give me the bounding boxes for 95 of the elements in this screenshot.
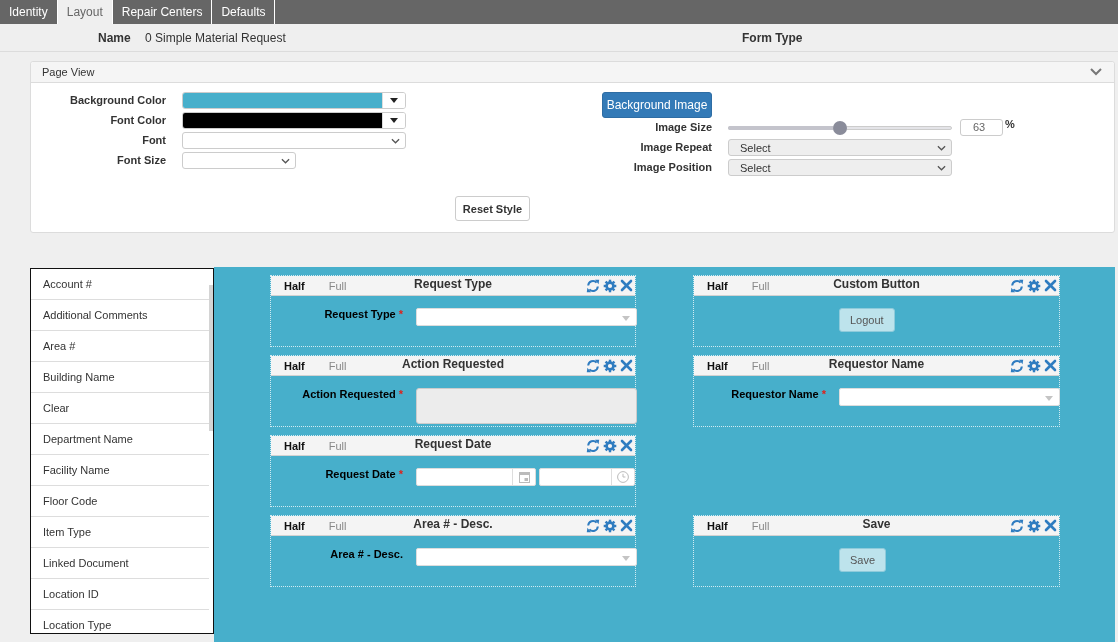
size-option[interactable]: Half bbox=[284, 358, 305, 373]
tab[interactable]: Defaults bbox=[212, 0, 276, 24]
color-picker[interactable] bbox=[182, 92, 406, 109]
field-label: Request Type * bbox=[323, 308, 403, 321]
select-field[interactable]: Select bbox=[728, 159, 952, 176]
caret-icon bbox=[390, 118, 398, 123]
widget-title: Requestor Name bbox=[828, 357, 925, 373]
refresh-icon[interactable] bbox=[1010, 358, 1024, 373]
field-list-item[interactable]: Department Name bbox=[31, 424, 209, 455]
field-list-item[interactable]: Linked Document bbox=[31, 548, 209, 579]
settings-icon[interactable] bbox=[603, 438, 617, 453]
background-image-button[interactable]: Background Image bbox=[602, 92, 712, 118]
widget-title: Area # - Desc. bbox=[413, 517, 493, 533]
widget-title: Action Requested bbox=[402, 357, 504, 373]
close-icon[interactable] bbox=[620, 359, 633, 372]
chevron-down-icon bbox=[391, 137, 400, 144]
settings-icon[interactable] bbox=[1027, 278, 1041, 293]
tab[interactable]: Identity bbox=[0, 0, 58, 24]
slider-track[interactable] bbox=[728, 120, 952, 135]
field-list-item[interactable]: Account # bbox=[31, 269, 209, 300]
settings-icon[interactable] bbox=[603, 518, 617, 533]
close-icon[interactable] bbox=[1044, 359, 1057, 372]
refresh-icon[interactable] bbox=[1010, 278, 1024, 293]
field-label: Image Position bbox=[632, 161, 712, 174]
widget-title: Request Type bbox=[414, 277, 492, 293]
settings-icon[interactable] bbox=[1027, 358, 1041, 373]
calendar-icon bbox=[518, 471, 530, 483]
scrollbar-thumb[interactable] bbox=[209, 285, 213, 431]
select-field[interactable] bbox=[182, 132, 406, 149]
size-option[interactable]: Half bbox=[284, 518, 305, 533]
settings-icon[interactable] bbox=[603, 278, 617, 293]
tab[interactable]: Layout bbox=[57, 0, 113, 24]
widget-title: Custom Button bbox=[833, 277, 920, 293]
field-list-item[interactable]: Facility Name bbox=[31, 455, 209, 486]
field-label: Font bbox=[141, 134, 166, 147]
caret-icon bbox=[622, 315, 630, 321]
panel-title: Page View bbox=[42, 66, 95, 78]
date-input[interactable] bbox=[416, 468, 536, 486]
caret-icon bbox=[1045, 395, 1053, 401]
field-label: Font Color bbox=[109, 114, 166, 127]
tab[interactable]: Repair Centers bbox=[112, 0, 213, 24]
caret-icon bbox=[622, 555, 630, 561]
clock-icon bbox=[617, 471, 629, 483]
refresh-icon[interactable] bbox=[586, 358, 600, 373]
size-option[interactable]: Half bbox=[284, 278, 305, 293]
field-label: Background Color bbox=[69, 94, 166, 107]
field-label: Image Repeat bbox=[639, 141, 712, 154]
refresh-icon[interactable] bbox=[1010, 518, 1024, 533]
select-field[interactable] bbox=[416, 548, 637, 566]
reset-style-button[interactable]: Reset Style bbox=[455, 196, 530, 221]
caret-icon bbox=[390, 98, 398, 103]
field-list-item[interactable]: Item Type bbox=[31, 517, 209, 548]
field-label: Request Date * bbox=[324, 468, 403, 481]
select-field[interactable]: Select bbox=[728, 139, 952, 156]
field-list-item[interactable]: Location ID bbox=[31, 579, 209, 610]
widget-title: Request Date bbox=[414, 437, 492, 453]
field-label: Font Size bbox=[116, 154, 166, 167]
name-label: Name bbox=[98, 30, 132, 45]
size-option[interactable]: Half bbox=[707, 518, 728, 533]
form-type-label: Form Type bbox=[742, 30, 803, 45]
time-input[interactable] bbox=[539, 468, 635, 486]
close-icon[interactable] bbox=[620, 279, 633, 292]
name-value: 0 Simple Material Request bbox=[145, 30, 287, 45]
refresh-icon[interactable] bbox=[586, 438, 600, 453]
chevron-down-icon bbox=[937, 164, 946, 171]
form-button[interactable]: Logout bbox=[839, 308, 895, 332]
select-field[interactable] bbox=[416, 308, 637, 326]
form-button[interactable]: Save bbox=[839, 548, 887, 572]
chevron-down-icon[interactable] bbox=[1090, 68, 1102, 76]
field-label: Image Size bbox=[654, 121, 712, 134]
number-input[interactable]: 63 bbox=[960, 119, 1003, 136]
chevron-down-icon bbox=[281, 157, 290, 164]
widget-title: Save bbox=[862, 517, 891, 533]
size-option[interactable]: Half bbox=[707, 358, 728, 373]
close-icon[interactable] bbox=[1044, 519, 1057, 532]
close-icon[interactable] bbox=[620, 439, 633, 452]
unit-label: % bbox=[1005, 119, 1015, 130]
color-picker[interactable] bbox=[182, 112, 406, 129]
refresh-icon[interactable] bbox=[586, 278, 600, 293]
close-icon[interactable] bbox=[1044, 279, 1057, 292]
refresh-icon[interactable] bbox=[586, 518, 600, 533]
size-option[interactable]: Half bbox=[707, 278, 728, 293]
settings-icon[interactable] bbox=[603, 358, 617, 373]
select-field[interactable] bbox=[839, 388, 1060, 406]
size-option[interactable]: Half bbox=[284, 438, 305, 453]
select-field[interactable] bbox=[182, 152, 296, 169]
settings-icon[interactable] bbox=[1027, 518, 1041, 533]
close-icon[interactable] bbox=[620, 519, 633, 532]
field-list-item[interactable]: Location Type bbox=[31, 610, 209, 633]
chevron-down-icon bbox=[937, 144, 946, 151]
slider-thumb[interactable] bbox=[833, 120, 847, 135]
field-label: Action Requested * bbox=[301, 388, 403, 401]
field-label: Area # - Desc. bbox=[329, 548, 403, 561]
field-label: Requestor Name * bbox=[730, 388, 826, 401]
field-list-item[interactable]: Floor Code bbox=[31, 486, 209, 517]
